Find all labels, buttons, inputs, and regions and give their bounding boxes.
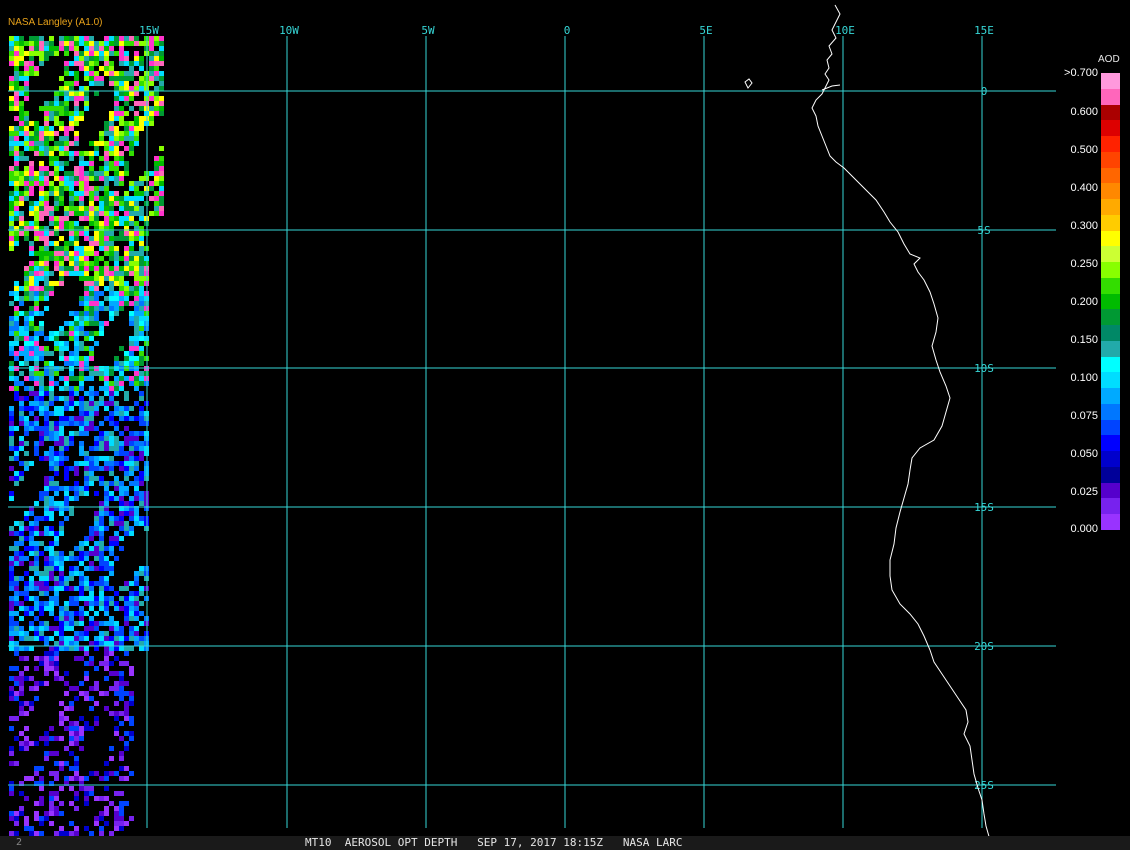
legend-value-label: 0.600 [1070, 106, 1098, 118]
legend-value-label: 0.300 [1070, 220, 1098, 232]
legend-value-label: 0.025 [1070, 486, 1098, 498]
legend-swatch [1101, 340, 1120, 358]
legend-swatch [1101, 325, 1120, 342]
legend-swatch [1101, 498, 1120, 515]
legend-swatch [1101, 262, 1120, 279]
legend-swatch [1101, 136, 1120, 153]
legend-value-label: >0.700 [1064, 67, 1098, 79]
legend-swatch [1101, 120, 1120, 137]
longitude-label: 10E [835, 24, 855, 37]
legend-swatch [1101, 151, 1120, 169]
longitude-label: 5W [421, 24, 435, 37]
longitude-label: 5E [699, 24, 712, 37]
latitude-label: 10S [974, 362, 994, 375]
aod-color-bar [1101, 73, 1120, 531]
credit-label: NASA Langley (A1.0) [8, 17, 103, 28]
legend-swatch [1101, 419, 1120, 436]
status-left-mark: 2 [16, 837, 23, 848]
legend-swatch [1101, 293, 1120, 310]
africa-coastline [811, 4, 991, 841]
legend-swatch [1101, 372, 1120, 389]
legend-swatch [1101, 183, 1120, 200]
longitude-label: 0 [564, 24, 571, 37]
legend-value-label: 0.150 [1070, 334, 1098, 346]
status-text: MT10 AEROSOL OPT DEPTH SEP 17, 2017 18:1… [305, 836, 683, 849]
legend-value-label: 0.000 [1070, 523, 1098, 535]
legend-value-label: 0.050 [1070, 448, 1098, 460]
longitude-label: 15E [974, 24, 994, 37]
legend-swatch [1101, 356, 1120, 373]
island-outline [744, 78, 753, 89]
legend-swatch [1101, 73, 1120, 90]
legend-swatch [1101, 514, 1120, 531]
longitude-label: 10W [279, 24, 299, 37]
legend-swatch [1101, 246, 1120, 263]
legend-value-label: 0.200 [1070, 296, 1098, 308]
aod-map: 15W 10W 5W 0 5E 10E 15E05S10S15S20S25S [8, 4, 1056, 841]
legend-swatch [1101, 199, 1120, 216]
longitude-label: 15W [139, 24, 159, 37]
latitude-label: 20S [974, 640, 994, 653]
legend-swatch [1101, 451, 1120, 468]
latitude-label: 5S [977, 224, 990, 237]
latitude-label: 15S [974, 501, 994, 514]
status-bar: 2 MT10 AEROSOL OPT DEPTH SEP 17, 2017 18… [0, 836, 1130, 850]
legend-value-label: 0.400 [1070, 182, 1098, 194]
legend-value-label: 0.100 [1070, 372, 1098, 384]
legend-swatch [1101, 277, 1120, 295]
legend-swatch [1101, 466, 1120, 484]
legend-swatch [1101, 403, 1120, 421]
graticule: 15W 10W 5W 0 5E 10E 15E05S10S15S20S25S [8, 24, 1056, 828]
latitude-label: 0 [981, 85, 988, 98]
legend-value-label: 0.250 [1070, 258, 1098, 270]
legend-swatch [1101, 167, 1120, 184]
legend-title: AOD [1098, 54, 1120, 65]
legend-swatch [1101, 435, 1120, 452]
legend-swatch [1101, 309, 1120, 326]
legend-swatch [1101, 104, 1120, 121]
aerosol-data-swath [9, 36, 164, 836]
legend-swatch [1101, 388, 1120, 405]
legend-swatch [1101, 214, 1120, 232]
legend-swatch [1101, 88, 1120, 105]
legend-value-label: 0.075 [1070, 410, 1098, 422]
legend-swatch [1101, 482, 1120, 499]
legend-value-label: 0.500 [1070, 144, 1098, 156]
legend-swatch [1101, 230, 1120, 247]
